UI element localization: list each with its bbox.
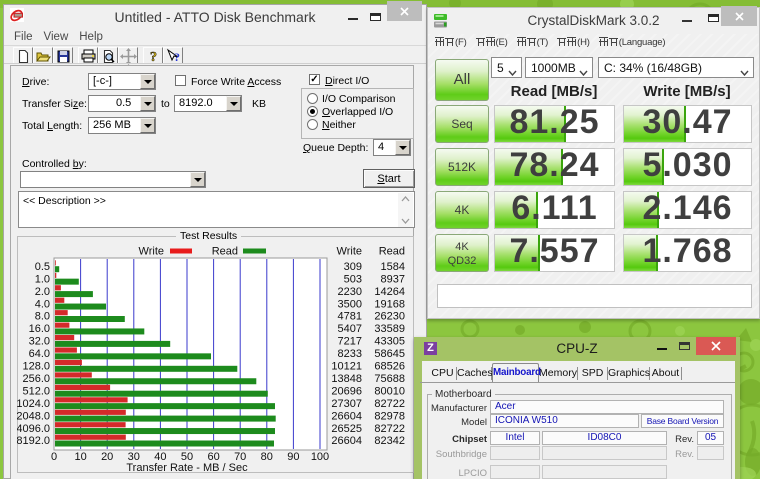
svg-text:2230: 2230 [338, 286, 362, 298]
svg-text:10: 10 [74, 451, 86, 463]
svg-text:58645: 58645 [374, 348, 405, 360]
svg-text:309: 309 [344, 261, 362, 273]
svg-text:8937: 8937 [381, 273, 405, 285]
svg-text:128.0: 128.0 [22, 361, 50, 373]
svg-text:64.0: 64.0 [29, 348, 50, 360]
svg-text:26604: 26604 [331, 435, 362, 447]
svg-text:Read: Read [212, 246, 238, 258]
svg-text:8233: 8233 [338, 348, 362, 360]
svg-text:?: ? [174, 50, 180, 64]
svg-text:32.0: 32.0 [29, 336, 50, 348]
svg-text:1.0: 1.0 [35, 273, 50, 285]
svg-text:4096.0: 4096.0 [17, 423, 50, 435]
svg-text:14264: 14264 [374, 286, 405, 298]
svg-text:0: 0 [51, 451, 57, 463]
svg-text:Write: Write [139, 246, 164, 258]
svg-text:Transfer Rate - MB / Sec: Transfer Rate - MB / Sec [126, 462, 248, 472]
svg-text:19168: 19168 [374, 298, 405, 310]
svg-text:80010: 80010 [374, 385, 405, 397]
svg-text:8192.0: 8192.0 [17, 435, 50, 447]
svg-text:10121: 10121 [331, 361, 362, 373]
svg-text:82722: 82722 [374, 423, 405, 435]
svg-text:2048.0: 2048.0 [17, 410, 50, 422]
svg-text:4781: 4781 [338, 311, 362, 323]
svg-text:Write: Write [337, 246, 362, 258]
svg-text:5407: 5407 [338, 323, 362, 335]
svg-text:33589: 33589 [374, 323, 405, 335]
svg-text:82342: 82342 [374, 435, 405, 447]
svg-text:1584: 1584 [381, 261, 405, 273]
svg-text:20: 20 [101, 451, 113, 463]
svg-text:82978: 82978 [374, 410, 405, 422]
svg-text:26604: 26604 [331, 410, 362, 422]
svg-text:82722: 82722 [374, 398, 405, 410]
svg-text:512.0: 512.0 [22, 385, 50, 397]
svg-text:1024.0: 1024.0 [17, 398, 50, 410]
svg-text:Read: Read [379, 246, 405, 258]
svg-text:503: 503 [344, 273, 362, 285]
svg-text:43305: 43305 [374, 336, 405, 348]
svg-text:68526: 68526 [374, 361, 405, 373]
svg-text:90: 90 [287, 451, 299, 463]
svg-text:0.5: 0.5 [35, 261, 50, 273]
svg-text:26230: 26230 [374, 311, 405, 323]
svg-text:2.0: 2.0 [35, 286, 50, 298]
svg-text:80: 80 [261, 451, 273, 463]
svg-text:256.0: 256.0 [22, 373, 50, 385]
svg-text:26525: 26525 [331, 423, 362, 435]
svg-text:8.0: 8.0 [35, 311, 50, 323]
svg-text:13848: 13848 [331, 373, 362, 385]
svg-text:3500: 3500 [338, 298, 362, 310]
svg-text:75688: 75688 [374, 373, 405, 385]
svg-text:16.0: 16.0 [29, 323, 50, 335]
svg-text:7217: 7217 [338, 336, 362, 348]
svg-text:20696: 20696 [331, 385, 362, 397]
svg-text:4.0: 4.0 [35, 298, 50, 310]
svg-text:27307: 27307 [331, 398, 362, 410]
svg-text:100: 100 [311, 451, 329, 463]
